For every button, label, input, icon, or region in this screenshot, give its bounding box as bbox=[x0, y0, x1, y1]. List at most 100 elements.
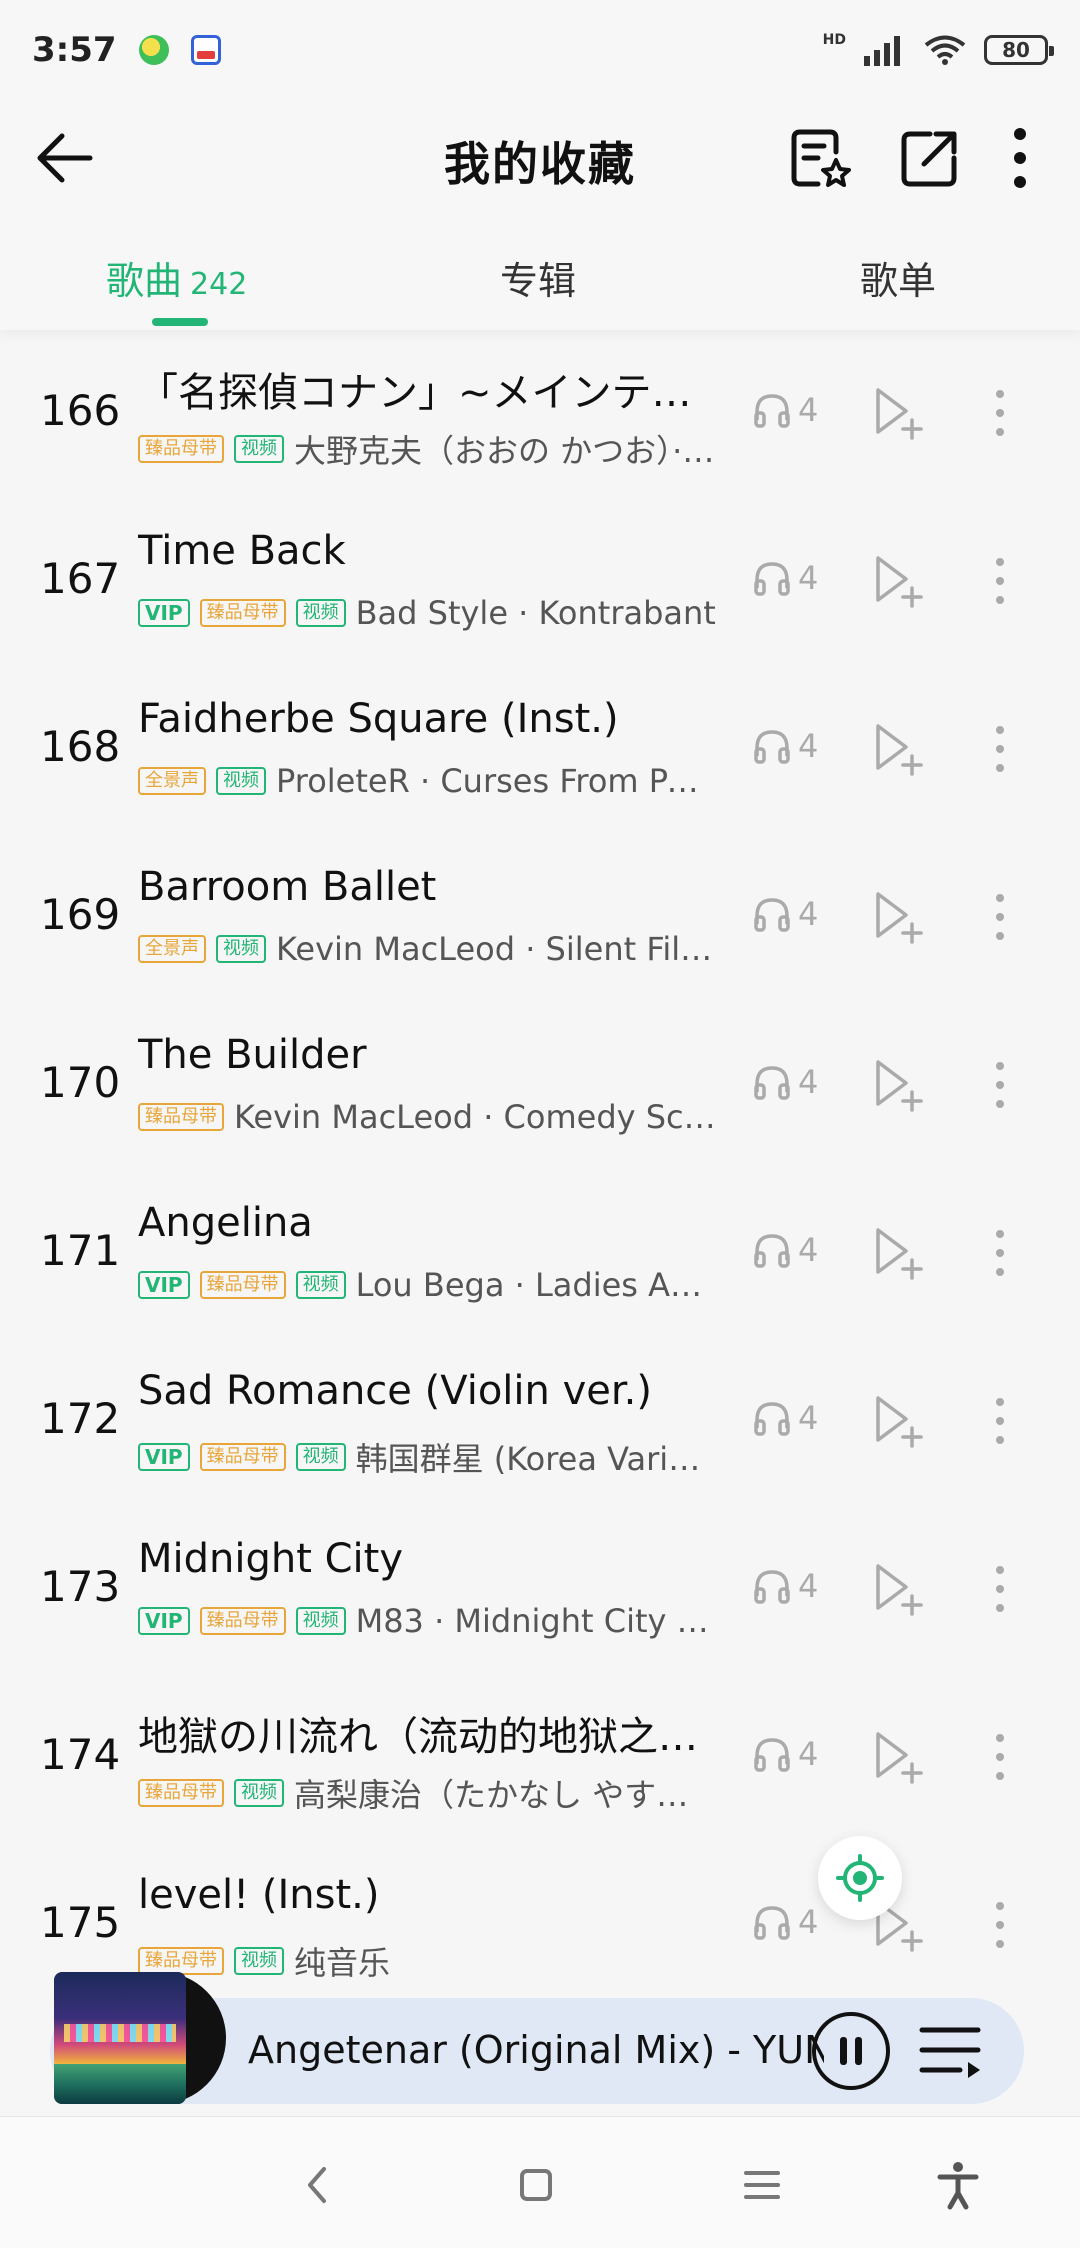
quality-badge: VIP bbox=[138, 1271, 190, 1299]
song-more-button[interactable] bbox=[978, 380, 1022, 446]
quality-badge: 视频 bbox=[216, 767, 266, 795]
song-title[interactable]: Midnight City bbox=[138, 1536, 718, 1582]
song-more-button[interactable] bbox=[978, 1556, 1022, 1622]
song-title[interactable]: Sad Romance (Violin ver.) bbox=[138, 1368, 718, 1414]
song-title[interactable]: The Builder bbox=[138, 1032, 718, 1078]
tab-songs[interactable]: 歌曲 242 bbox=[106, 250, 247, 305]
listen-count: 4 bbox=[752, 726, 818, 766]
tab-playlists-label: 歌单 bbox=[860, 259, 937, 303]
playlist-add-icon[interactable] bbox=[872, 1726, 928, 1786]
queue-icon[interactable] bbox=[918, 2020, 984, 2082]
song-meta: 臻品母带视频 大野克夫（おおの かつお）· 名探偵コナン bbox=[138, 426, 718, 472]
listen-count: 4 bbox=[752, 1734, 818, 1774]
song-title[interactable]: Angelina bbox=[138, 1200, 718, 1246]
song-list: 166 「名探偵コナン」~メインテーマ 臻品母带 视频 大野克夫（おおの かつお）… bbox=[0, 330, 1080, 2010]
song-title[interactable]: level! (Inst.) bbox=[138, 1872, 718, 1918]
song-title[interactable]: Barroom Ballet bbox=[138, 864, 718, 910]
song-title[interactable]: Faidherbe Square (Inst.) bbox=[138, 696, 718, 742]
more-vertical-icon[interactable] bbox=[1000, 122, 1040, 194]
listen-count-value: 4 bbox=[798, 895, 819, 933]
headphones-icon bbox=[754, 1402, 790, 1436]
listen-count: 4 bbox=[752, 1230, 818, 1270]
song-row[interactable]: 166 「名探偵コナン」~メインテーマ 臻品母带 视频 大野克夫（おおの かつお）… bbox=[0, 330, 1080, 498]
music-app-notification-icon bbox=[138, 35, 169, 65]
quality-badge: VIP bbox=[138, 599, 190, 627]
quality-badge: 视频 bbox=[295, 599, 346, 627]
now-playing-title[interactable]: Angetenar (Original Mix) - YUNA bbox=[248, 2028, 824, 2072]
headphones-icon bbox=[754, 562, 790, 596]
nav-back-icon[interactable] bbox=[290, 2157, 346, 2213]
song-artist-album: M83 · Midnight City (Remixes) bbox=[355, 1602, 718, 1640]
song-index: 168 bbox=[40, 722, 121, 771]
playlist-add-icon[interactable] bbox=[872, 1222, 928, 1282]
song-more-button[interactable] bbox=[978, 1724, 1022, 1790]
song-more-button[interactable] bbox=[978, 1052, 1022, 1118]
song-row[interactable]: 173 Midnight City VIP 臻品母带 视频 M83 · Midnig… bbox=[0, 1506, 1080, 1674]
song-artist-album: 纯音乐 bbox=[294, 1944, 391, 1982]
quality-badge: 臻品母带 bbox=[199, 599, 286, 627]
listen-count-value: 4 bbox=[798, 727, 819, 765]
song-artist-album: 韩国群星 (Korea Various Artists) bbox=[355, 1440, 718, 1478]
playlist-add-icon[interactable] bbox=[872, 1558, 928, 1618]
song-index: 166 bbox=[40, 386, 121, 435]
song-meta: VIP 臻品母带视频 韩国群星 (Korea Various Artists) bbox=[138, 1434, 718, 1480]
song-meta: VIP 臻品母带视频 M83 · Midnight City (Remixes) bbox=[138, 1602, 718, 1640]
song-artist-album: Kevin MacLeod · Silent Film Dark bbox=[276, 930, 718, 968]
song-more-button[interactable] bbox=[978, 716, 1022, 782]
song-row[interactable]: 167 Time Back VIP 臻品母带 视频 Bad Style · Kont… bbox=[0, 498, 1080, 666]
playlist-add-icon[interactable] bbox=[872, 1054, 928, 1114]
song-more-button[interactable] bbox=[978, 1892, 1022, 1958]
quality-badge: 全景声 bbox=[138, 935, 206, 963]
song-index: 173 bbox=[40, 1562, 121, 1611]
quality-badge: 臻品母带 bbox=[199, 1271, 286, 1299]
song-title[interactable]: Time Back bbox=[138, 528, 718, 574]
quality-badge: VIP bbox=[138, 1607, 190, 1635]
song-more-button[interactable] bbox=[978, 548, 1022, 614]
tab-songs-count: 242 bbox=[190, 267, 248, 302]
song-meta: VIP 臻品母带 视频 Bad Style · Kontrabant bbox=[138, 594, 718, 632]
pause-icon[interactable] bbox=[810, 2010, 892, 2092]
playlist-add-icon[interactable] bbox=[872, 550, 928, 610]
album-cover[interactable] bbox=[54, 1972, 226, 2104]
song-row[interactable]: 168 Faidherbe Square (Inst.) 全景声 视频 Prole… bbox=[0, 666, 1080, 834]
quality-badge: 臻品母带 bbox=[199, 1607, 286, 1635]
quality-badge: 视频 bbox=[234, 435, 284, 463]
song-meta: VIP 臻品母带视频 Lou Bega · Ladies And Gentleme… bbox=[138, 1266, 718, 1304]
song-more-button[interactable] bbox=[978, 884, 1022, 950]
playlist-add-icon[interactable] bbox=[872, 886, 928, 946]
quality-badge: 视频 bbox=[295, 1443, 346, 1471]
song-row[interactable]: 172 Sad Romance (Violin ver.) VIP 臻品母带 视频 … bbox=[0, 1338, 1080, 1506]
listen-count: 4 bbox=[752, 1062, 818, 1102]
network-hd-label: HD bbox=[822, 32, 846, 48]
playlist-add-icon[interactable] bbox=[872, 718, 928, 778]
share-icon[interactable] bbox=[894, 122, 966, 194]
tab-bar: 歌曲 242 专辑 歌单 bbox=[0, 220, 1080, 330]
listen-count: 4 bbox=[752, 1398, 818, 1438]
playlist-add-icon[interactable] bbox=[872, 1390, 928, 1450]
playlist-star-icon[interactable] bbox=[784, 122, 856, 194]
playlist-add-icon[interactable] bbox=[872, 382, 928, 442]
song-more-button[interactable] bbox=[978, 1220, 1022, 1286]
song-title[interactable]: 「名探偵コナン」~メインテーマ bbox=[138, 360, 718, 418]
quality-badge: 臻品母带 bbox=[138, 435, 224, 463]
battery-indicator: 80 bbox=[984, 35, 1054, 65]
song-title[interactable]: 地獄の川流れ（流动的地狱之河） bbox=[138, 1704, 718, 1762]
tab-playlists[interactable]: 歌单 bbox=[860, 250, 936, 305]
headphones-icon bbox=[754, 1570, 790, 1604]
song-row[interactable]: 170 The Builder 臻品母带 Kevin MacLeod · Com… bbox=[0, 1002, 1080, 1170]
song-index: 175 bbox=[40, 1898, 121, 1947]
accessibility-icon[interactable] bbox=[930, 2157, 986, 2213]
song-row[interactable]: 169 Barroom Ballet 全景声 视频 Kevin MacLeod ·… bbox=[0, 834, 1080, 1002]
locate-icon bbox=[836, 1854, 884, 1902]
back-arrow-icon[interactable] bbox=[30, 122, 102, 194]
quality-badge: 视频 bbox=[295, 1271, 346, 1299]
tab-albums[interactable]: 专辑 bbox=[500, 250, 576, 305]
song-row[interactable]: 174 地獄の川流れ（流动的地狱之河） 臻品母带 视频 高梨康治（たかなし やすは… bbox=[0, 1674, 1080, 1842]
nav-recents-icon[interactable] bbox=[734, 2157, 790, 2213]
song-row[interactable]: 171 Angelina VIP 臻品母带 视频 Lou Bega · Ladies… bbox=[0, 1170, 1080, 1338]
locate-current-song-button[interactable] bbox=[818, 1836, 902, 1920]
song-more-button[interactable] bbox=[978, 1388, 1022, 1454]
nav-home-icon[interactable] bbox=[508, 2157, 564, 2213]
headphones-icon bbox=[754, 1234, 790, 1268]
listen-count: 4 bbox=[752, 558, 818, 598]
